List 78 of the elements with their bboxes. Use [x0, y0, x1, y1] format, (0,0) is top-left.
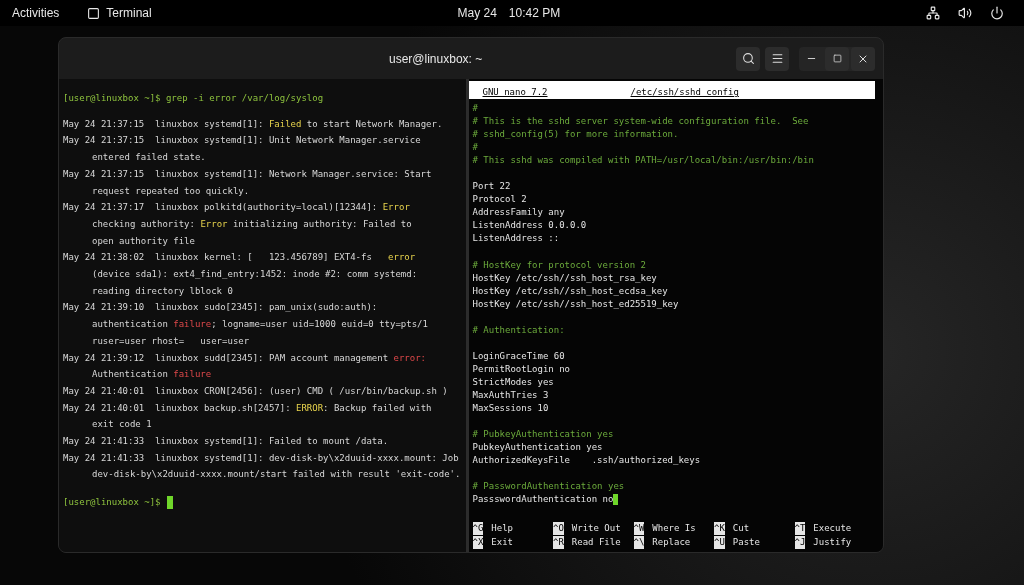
- config-comment: #: [472, 102, 479, 115]
- config-line: LoginGraceTime 60: [472, 349, 566, 363]
- log-line: May 24 21:37:15 linuxbox systemd[1]: Unit Network Manager.service: [63, 134, 422, 148]
- clock-text[interactable]: 10:42 PM: [508, 4, 561, 22]
- log-line: May 24 21:39:12 linuxbox sudd[2345]: PAM account management error:: [63, 351, 428, 365]
- log-line: checking authority: Error initializing authority: Failed to: [91, 217, 413, 231]
- config-line: AddressFamily any: [472, 206, 566, 220]
- close-button[interactable]: [851, 46, 875, 71]
- shortcut-item[interactable]: ^O Write Out: [553, 522, 634, 535]
- config-comment: # sshd_config(5) for more information.: [472, 128, 680, 142]
- log-line: May 24 21:37:15 linuxbox systemd[1]: Network Manager.service: Start: [63, 167, 433, 181]
- log-line: request repeated too quickly.: [91, 184, 251, 198]
- menu-button[interactable]: [765, 46, 789, 71]
- config-comment: # HostKey for protocol version 2: [472, 258, 647, 272]
- config-line: HostKey /etc/ssh//ssh_host_ed25519_key: [472, 297, 680, 311]
- log-line: dev-disk-by\x2duuid-xxxx.mount/start failed with result 'exit-code'.: [91, 468, 462, 482]
- config-comment: # Authentication:: [472, 323, 566, 337]
- config-line: MaxAuthTries 3: [472, 389, 550, 403]
- config-line: StrictModes yes: [472, 376, 555, 389]
- power-icon[interactable]: [990, 6, 1004, 20]
- log-line: reading directory lblock 0: [91, 284, 234, 298]
- volume-icon[interactable]: [958, 6, 972, 20]
- cursor-block: [613, 494, 619, 506]
- search-icon: [741, 52, 755, 65]
- file-path: /etc/ssh/sshd_config: [630, 86, 739, 99]
- log-line: May 24 21:37:17 linuxbox polkitd(authority=local)[12344]: Error: [63, 201, 411, 215]
- log-line: entered failed state.: [91, 151, 207, 165]
- config-comment: # This is the sshd server system-wide configuration file. See: [472, 115, 810, 129]
- cursor-block: [166, 496, 173, 509]
- config-line: Protocol 2: [472, 193, 528, 207]
- app-menu[interactable]: Terminal: [87, 4, 152, 22]
- log-line: (device sda1): ext4_find_entry:1452: inode #2: comm systemd:: [91, 268, 419, 282]
- search-button[interactable]: [736, 46, 760, 71]
- shortcut-item[interactable]: ^J Justify: [794, 536, 875, 549]
- log-line: ruser=user rhost= user=user: [91, 334, 251, 348]
- log-line: Authentication failure: [91, 368, 213, 382]
- shortcut-item[interactable]: ^\ Replace: [633, 536, 714, 549]
- activities-button[interactable]: Activities: [12, 4, 60, 22]
- window-title: user@linuxbox: ~: [389, 50, 484, 68]
- shortcut-item[interactable]: ^T Execute: [794, 522, 875, 535]
- log-line: May 24 21:38:02 linuxbox kernel: [ 123.456789] EXT4-fs error: [63, 251, 417, 265]
- log-line: May 24 21:41:33 linuxbox systemd[1]: dev-disk-by\x2duuid-xxxx.mount: Job: [63, 451, 460, 465]
- command-line: [user@linuxbox ~]$ grep -i error /var/log/syslog: [63, 92, 325, 105]
- config-comment: # This sshd was compiled with PATH=/usr/local/bin:/usr/bin:/bin: [472, 154, 815, 168]
- log-line: exit code 1: [91, 418, 153, 432]
- config-line: PermitRootLogin no: [472, 362, 572, 376]
- config-line: PubkeyAuthentication yes: [472, 441, 604, 455]
- config-comment: # PubkeyAuthentication yes: [472, 428, 615, 442]
- shortcut-item[interactable]: ^G Help: [472, 522, 553, 535]
- log-line: open authority file: [91, 234, 196, 248]
- log-line: May 24 21:39:10 linuxbox sudo[2345]: pam_unix(sudo:auth):: [63, 301, 379, 315]
- date-text[interactable]: May 24: [457, 4, 497, 22]
- maximize-button[interactable]: [825, 46, 849, 71]
- config-line: ListenAddress ::: [472, 232, 561, 246]
- editor-version: GNU nano 7.2: [482, 86, 549, 99]
- config-line: AuthorizedKeysFile .ssh/authorized_keys: [472, 454, 702, 468]
- log-line: May 24 21:40:01 linuxbox CRON[2456]: (user) CMD ( /usr/bin/backup.sh ): [63, 384, 449, 398]
- terminal-icon: [87, 6, 101, 20]
- log-line: May 24 21:40:01 linuxbox backup.sh[2457]: ERROR: Backup failed with: [63, 401, 433, 415]
- config-line: HostKey /etc/ssh//ssh_host_rsa_key: [472, 271, 658, 285]
- config-line: Port 22: [472, 180, 512, 194]
- maximize-icon: [832, 54, 842, 63]
- config-line: ListenAddress 0.0.0.0: [472, 219, 588, 233]
- config-line: PassswordAuthentication no: [472, 493, 614, 507]
- menu-icon: [770, 52, 784, 65]
- log-line: May 24 21:41:33 linuxbox systemd[1]: Failed to mount /data.: [63, 435, 390, 449]
- log-line: May 24 21:37:15 linuxbox systemd[1]: Failed to start Network Manager.: [63, 117, 444, 131]
- shortcut-item[interactable]: ^R Read File: [553, 536, 634, 549]
- network-icon[interactable]: [926, 6, 940, 20]
- shortcut-item[interactable]: ^X Exit: [472, 536, 553, 549]
- log-line: authentication failure; logname=user uid=1000 euid=0 tty=pts/1: [91, 318, 429, 332]
- config-line: HostKey /etc/ssh//ssh_host_ecdsa_key: [472, 284, 669, 298]
- config-line: MaxSessions 10: [472, 402, 550, 416]
- config-comment: # PasswordAuthentication yes: [472, 480, 626, 494]
- shortcut-item[interactable]: ^K Cut: [714, 522, 795, 535]
- config-comment: #: [472, 141, 479, 155]
- shell-prompt: [user@linuxbox ~]$: [63, 496, 161, 510]
- shortcut-item[interactable]: ^U Paste: [714, 536, 795, 549]
